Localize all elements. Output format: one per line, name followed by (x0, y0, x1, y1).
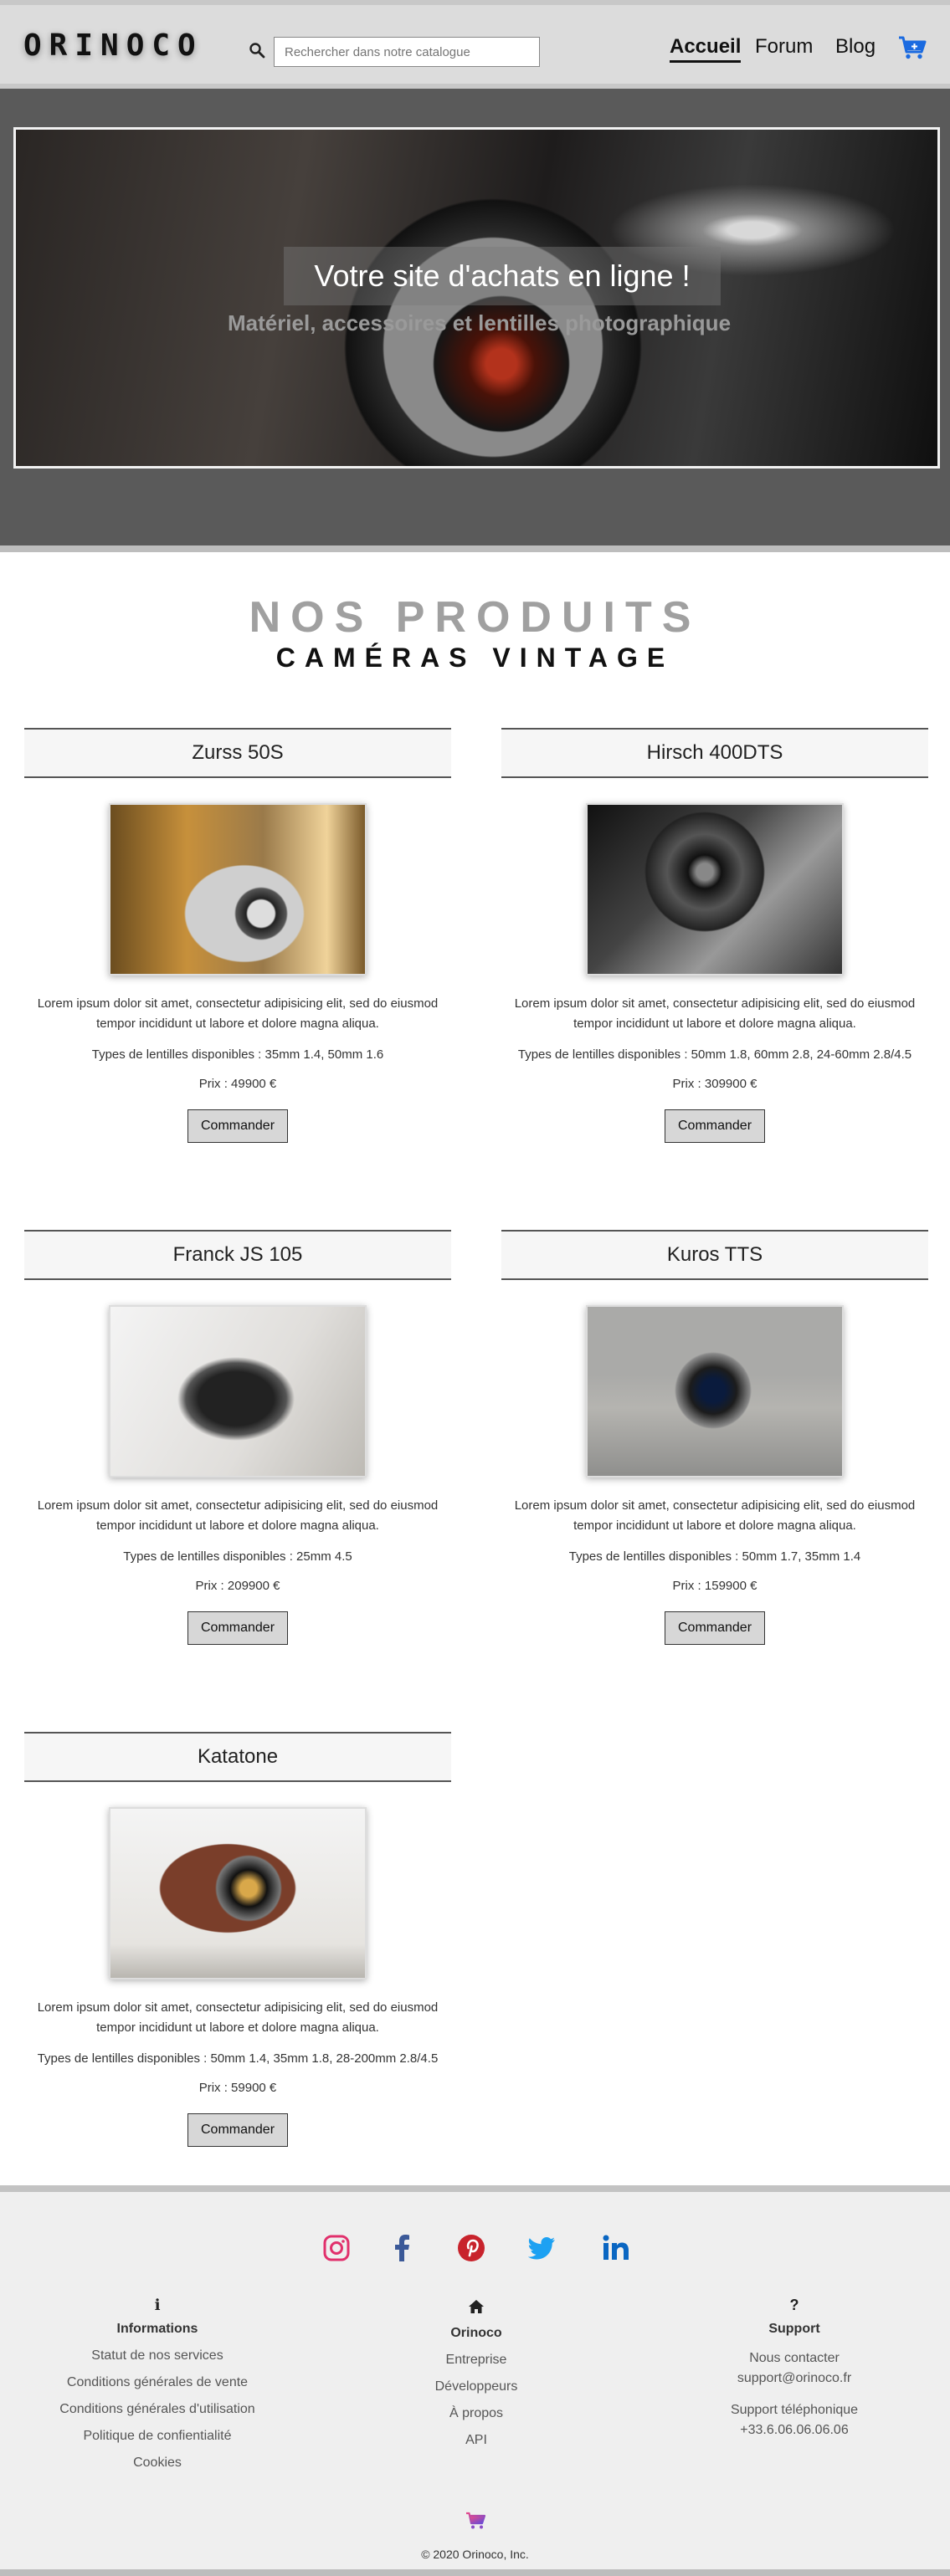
linkedin-icon[interactable] (602, 2234, 630, 2262)
nav-blog[interactable]: Blog (835, 35, 876, 59)
footer-col-informations: ℹ Informations Statut de nos services Co… (7, 2297, 308, 2471)
search-input[interactable] (274, 37, 540, 67)
phone-label: Support téléphonique (730, 2403, 859, 2417)
products-section-title: NOS PRODUITS (249, 593, 701, 642)
product-description: Lorem ipsum dolor sit amet, consectetur … (37, 996, 439, 1031)
footer-contact: Nous contacter support@orinoco.fr (644, 2348, 945, 2389)
product-card: Kuros TTS Lorem ipsum dolor sit amet, co… (501, 1230, 928, 1645)
order-button[interactable]: Commander (187, 1611, 288, 1645)
product-name[interactable]: Katatone (24, 1732, 451, 1782)
product-price: Prix : 209900 € (195, 1579, 280, 1593)
product-image[interactable] (586, 803, 844, 976)
info-icon: ℹ (154, 2297, 161, 2313)
footer-link[interactable]: API (326, 2433, 627, 2448)
twitter-icon[interactable] (528, 2234, 557, 2262)
nav-forum[interactable]: Forum (755, 35, 813, 59)
site-header: ORINOCO Accueil Forum Blog (0, 0, 950, 89)
instagram-icon[interactable] (322, 2234, 351, 2262)
hero-section: Votre site d'achats en ligne ! Matériel,… (0, 89, 950, 552)
product-lenses: Types de lentilles disponibles : 35mm 1.… (91, 1047, 384, 1062)
product-card: Katatone Lorem ipsum dolor sit amet, con… (24, 1732, 451, 2147)
product-lenses: Types de lentilles disponibles : 25mm 4.… (123, 1549, 352, 1564)
nav-home[interactable]: Accueil (670, 35, 742, 63)
footer-col-orinoco: Orinoco Entreprise Développeurs À propos… (326, 2297, 627, 2448)
footer-link[interactable]: Conditions générales de vente (7, 2375, 308, 2390)
product-image[interactable] (109, 803, 367, 976)
footer-link[interactable]: Conditions générales d'utilisation (7, 2402, 308, 2417)
footer-link[interactable]: Cookies (7, 2456, 308, 2471)
footer-col-title: Informations (116, 2322, 198, 2336)
footer-col-support: ? Support Nous contacter support@orinoco… (644, 2297, 945, 2440)
product-image[interactable] (109, 1305, 367, 1477)
home-icon (469, 2300, 484, 2313)
facebook-icon[interactable] (388, 2234, 417, 2262)
order-button[interactable]: Commander (665, 1611, 765, 1645)
product-image[interactable] (586, 1305, 844, 1477)
footer-col-title: Support (768, 2322, 820, 2336)
product-name[interactable]: Hirsch 400DTS (501, 728, 928, 778)
product-price: Prix : 59900 € (198, 2081, 277, 2095)
site-footer: ℹ Informations Statut de nos services Co… (0, 2185, 950, 2576)
product-name[interactable]: Kuros TTS (501, 1230, 928, 1280)
products-section-subtitle: CAMÉRAS VINTAGE (275, 643, 675, 673)
product-price: Prix : 49900 € (198, 1077, 277, 1091)
hero-subtitle: Matériel, accessoires et lentilles photo… (227, 310, 732, 335)
order-button[interactable]: Commander (187, 1109, 288, 1143)
search-icon (249, 43, 265, 59)
footer-link[interactable]: Politique de confientialité (7, 2429, 308, 2444)
question-icon: ? (789, 2297, 799, 2313)
product-lenses: Types de lentilles disponibles : 50mm 1.… (568, 1549, 861, 1564)
footer-link[interactable]: Statut de nos services (7, 2348, 308, 2363)
footer-link[interactable]: Développeurs (326, 2379, 627, 2394)
footer-link[interactable]: Entreprise (326, 2353, 627, 2368)
product-price: Prix : 309900 € (672, 1077, 757, 1091)
product-card: Franck JS 105 Lorem ipsum dolor sit amet… (24, 1230, 451, 1645)
hero-banner-image: Votre site d'achats en ligne ! Matériel,… (13, 127, 940, 469)
footer-link[interactable]: À propos (326, 2406, 627, 2421)
product-name[interactable]: Franck JS 105 (24, 1230, 451, 1280)
product-description: Lorem ipsum dolor sit amet, consectetur … (37, 1498, 439, 1533)
product-card: Hirsch 400DTS Lorem ipsum dolor sit amet… (501, 728, 928, 1143)
hero-title: Votre site d'achats en ligne ! (284, 247, 721, 305)
pinterest-icon[interactable] (457, 2234, 485, 2262)
footer-phone: Support téléphonique +33.6.06.06.06.06 (644, 2400, 945, 2440)
product-description: Lorem ipsum dolor sit amet, consectetur … (514, 1498, 916, 1533)
product-price: Prix : 159900 € (672, 1579, 757, 1593)
contact-email[interactable]: support@orinoco.fr (644, 2369, 945, 2389)
site-logo[interactable]: ORINOCO (23, 28, 203, 63)
order-button[interactable]: Commander (665, 1109, 765, 1143)
product-name[interactable]: Zurss 50S (24, 728, 451, 778)
footer-col-title: Orinoco (450, 2326, 502, 2340)
footer-cart-icon (466, 2512, 485, 2529)
cart-icon[interactable] (898, 35, 927, 60)
copyright: © 2020 Orinoco, Inc. (421, 2548, 529, 2561)
contact-label: Nous contacter (749, 2351, 840, 2365)
product-description: Lorem ipsum dolor sit amet, consectetur … (37, 2000, 439, 2035)
product-description: Lorem ipsum dolor sit amet, consectetur … (514, 996, 916, 1031)
product-lenses: Types de lentilles disponibles : 50mm 1.… (517, 1047, 912, 1062)
order-button[interactable]: Commander (187, 2113, 288, 2147)
bottom-bar (0, 2569, 950, 2576)
product-lenses: Types de lentilles disponibles : 50mm 1.… (37, 2051, 439, 2066)
phone-number[interactable]: +33.6.06.06.06.06 (644, 2420, 945, 2440)
product-image[interactable] (109, 1807, 367, 1979)
product-card: Zurss 50S Lorem ipsum dolor sit amet, co… (24, 728, 451, 1143)
